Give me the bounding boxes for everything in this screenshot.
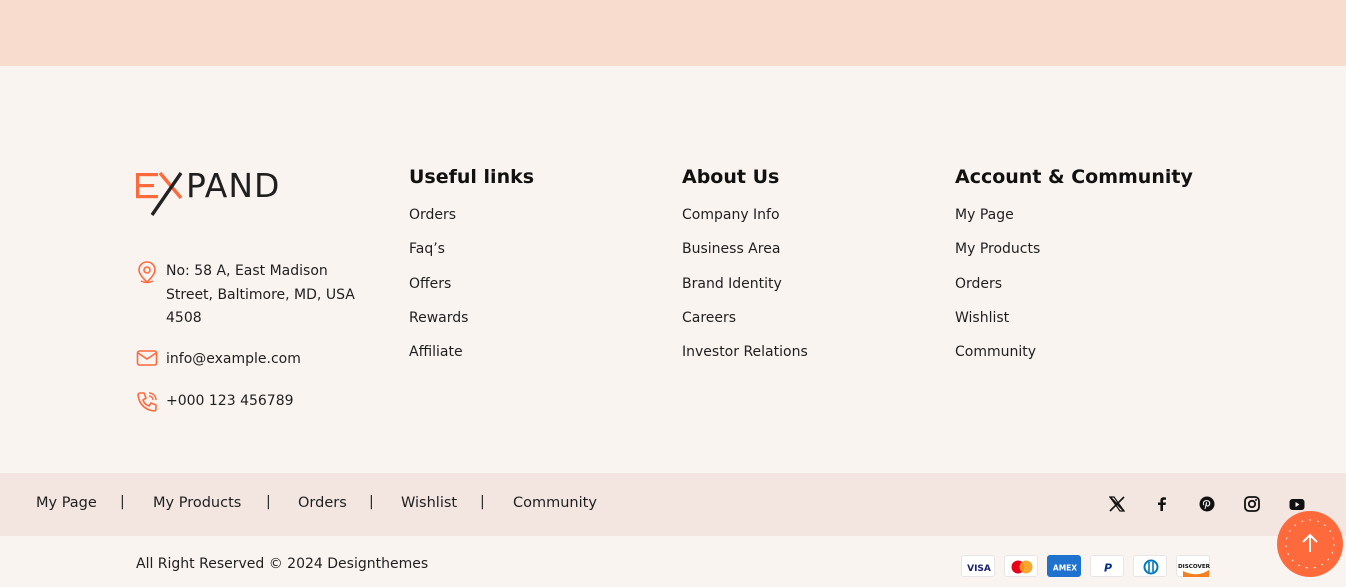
diners-icon xyxy=(1133,555,1167,577)
separator: | xyxy=(266,494,271,510)
phone-icon xyxy=(136,390,158,412)
bottom-link-orders[interactable]: Orders xyxy=(298,495,347,511)
about-link-investor-relations[interactable]: Investor Relations xyxy=(682,341,808,375)
copyright-text: All Right Reserved © 2024 Designthemes xyxy=(136,556,429,572)
useful-link-affiliate[interactable]: Affiliate xyxy=(409,341,534,375)
account-community-column: Account & Community My Page My Products … xyxy=(955,164,1193,375)
about-link-business-area[interactable]: Business Area xyxy=(682,238,808,272)
svg-text:P: P xyxy=(1104,562,1112,575)
phone-link[interactable]: +000 123 456789 xyxy=(166,390,366,414)
useful-links-heading: Useful links xyxy=(409,166,535,188)
svg-text:AMEX: AMEX xyxy=(1053,564,1077,573)
useful-links-column: Useful links Orders Faq’s Offers Rewards… xyxy=(409,164,534,375)
useful-link-faqs[interactable]: Faq’s xyxy=(409,238,534,272)
about-link-careers[interactable]: Careers xyxy=(682,307,808,341)
discover-icon: DISCOVER xyxy=(1176,555,1211,577)
facebook-icon[interactable] xyxy=(1153,495,1171,513)
about-link-company-info[interactable]: Company Info xyxy=(682,204,808,238)
amex-icon: AMEX xyxy=(1047,555,1081,577)
useful-link-orders[interactable]: Orders xyxy=(409,204,534,238)
expand-logo[interactable]: PAND xyxy=(136,165,302,217)
separator: | xyxy=(369,494,374,510)
mastercard-icon xyxy=(1004,555,1038,577)
useful-link-offers[interactable]: Offers xyxy=(409,273,534,307)
account-link-my-page[interactable]: My Page xyxy=(955,204,1193,238)
account-link-orders[interactable]: Orders xyxy=(955,273,1193,307)
bottom-link-wishlist[interactable]: Wishlist xyxy=(401,495,457,511)
arrow-up-icon xyxy=(1285,519,1335,569)
top-band xyxy=(0,0,1346,66)
visa-icon: VISA xyxy=(961,555,995,577)
account-link-wishlist[interactable]: Wishlist xyxy=(955,307,1193,341)
account-link-my-products[interactable]: My Products xyxy=(955,238,1193,272)
separator: | xyxy=(480,494,485,510)
bottom-link-my-products[interactable]: My Products xyxy=(153,495,241,511)
account-link-community[interactable]: Community xyxy=(955,341,1193,375)
bottom-link-community[interactable]: Community xyxy=(513,495,597,511)
useful-link-rewards[interactable]: Rewards xyxy=(409,307,534,341)
pinterest-icon[interactable] xyxy=(1198,495,1216,513)
about-us-column: About Us Company Info Business Area Bran… xyxy=(682,164,808,375)
instagram-icon[interactable] xyxy=(1243,495,1261,513)
svg-text:DISCOVER: DISCOVER xyxy=(1178,564,1211,570)
separator: | xyxy=(120,494,125,510)
account-community-heading: Account & Community xyxy=(955,166,1193,188)
address-text: No: 58 A, East Madison Street, Baltimore… xyxy=(166,263,355,326)
paypal-icon: P xyxy=(1090,555,1124,577)
about-link-brand-identity[interactable]: Brand Identity xyxy=(682,273,808,307)
about-us-heading: About Us xyxy=(682,166,780,188)
svg-text:VISA: VISA xyxy=(967,564,991,574)
mail-icon xyxy=(136,348,158,370)
email-link[interactable]: info@example.com xyxy=(166,348,366,372)
scroll-to-top-button[interactable] xyxy=(1277,511,1343,577)
logo-text: PAND xyxy=(186,166,281,205)
bottom-link-my-page[interactable]: My Page xyxy=(36,495,97,511)
x-icon[interactable] xyxy=(1108,495,1126,513)
location-pin-icon xyxy=(136,260,158,284)
